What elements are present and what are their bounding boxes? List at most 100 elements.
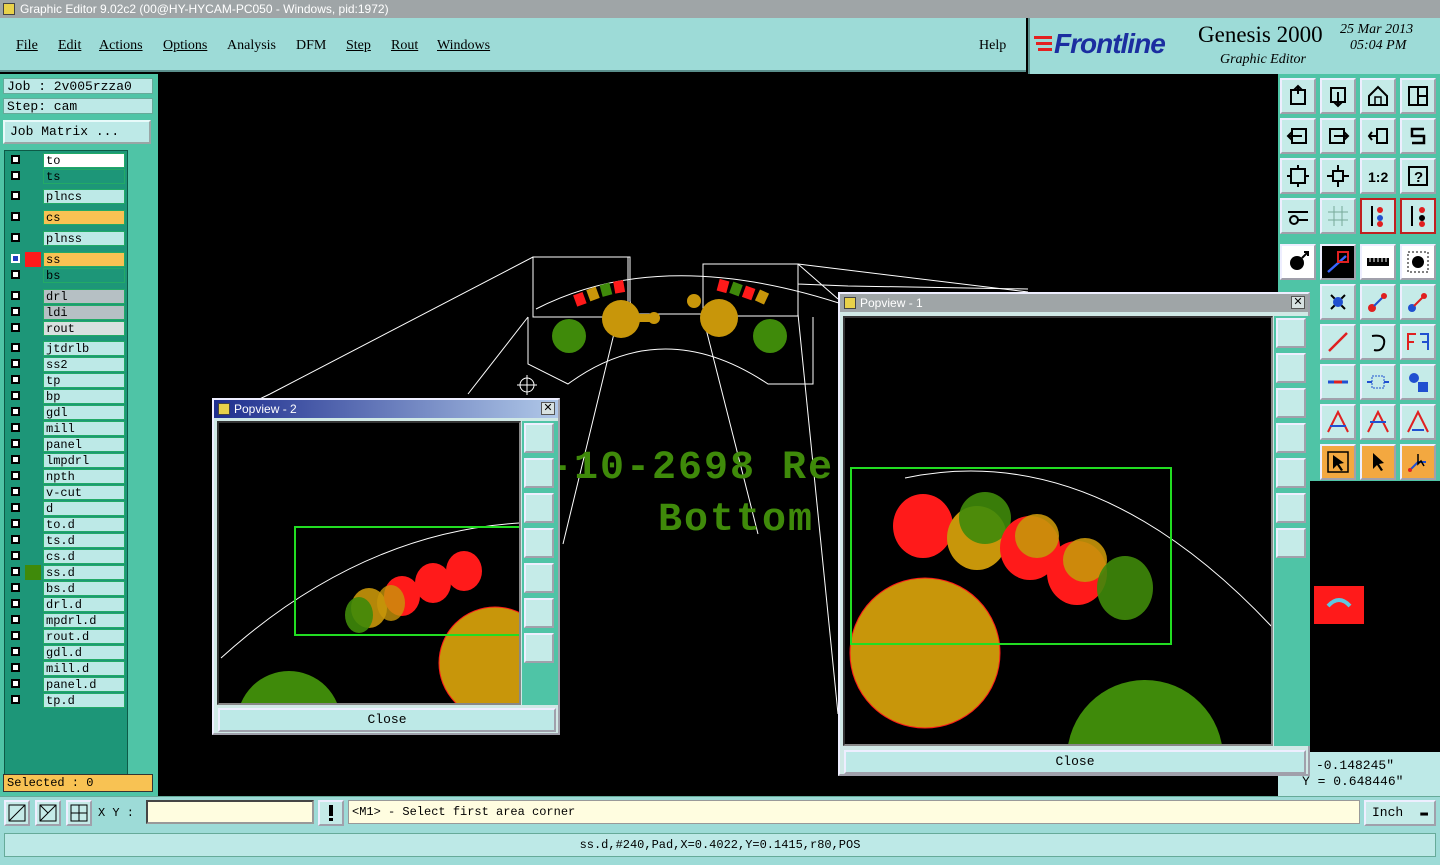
rotate-blue-icon[interactable]: [1360, 404, 1396, 440]
layer-checkbox[interactable]: [11, 503, 20, 512]
menu-rout[interactable]: Rout: [391, 38, 418, 54]
popview-zoom-in-icon[interactable]: [524, 423, 554, 453]
layer-checkbox[interactable]: [11, 391, 20, 400]
popview-fit-icon[interactable]: [1276, 493, 1306, 523]
view-home-icon[interactable]: [1280, 78, 1316, 114]
job-matrix-button[interactable]: Job Matrix ...: [3, 120, 151, 144]
net-highlight-icon[interactable]: [1360, 198, 1396, 234]
layer-row-ldi[interactable]: ldi: [7, 305, 127, 321]
layer-checkbox[interactable]: [11, 663, 20, 672]
menu-dfm[interactable]: DFM: [296, 38, 326, 54]
popview-pan-right-icon[interactable]: [1276, 458, 1306, 488]
add-surface-icon[interactable]: [1400, 244, 1436, 280]
select-pointer-icon[interactable]: [1360, 444, 1396, 480]
layer-checkbox[interactable]: [11, 695, 20, 704]
layer-checkbox[interactable]: [11, 519, 20, 528]
snap-grid-icon[interactable]: [4, 800, 30, 826]
popview-pan-left-icon[interactable]: [1276, 423, 1306, 453]
popview-1-close-x-button[interactable]: ✕: [1291, 296, 1305, 309]
menu-options[interactable]: Options: [163, 38, 207, 54]
menu-help[interactable]: Help: [979, 38, 1006, 54]
snap-center-icon[interactable]: [35, 800, 61, 826]
layer-row-bs[interactable]: bs: [7, 268, 127, 284]
layer-checkbox[interactable]: [11, 615, 20, 624]
layer-row-mill-d[interactable]: mill.d: [7, 661, 127, 677]
menu-edit[interactable]: Edit: [58, 38, 81, 54]
layer-row-plncs[interactable]: plncs: [7, 189, 127, 205]
draw-segment-icon[interactable]: [1320, 324, 1356, 360]
ruler-settings-icon[interactable]: [1280, 198, 1316, 234]
layer-checkbox[interactable]: [11, 343, 20, 352]
layer-row-panel-d[interactable]: panel.d: [7, 677, 127, 693]
layer-checkbox[interactable]: [11, 212, 20, 221]
layer-checkbox[interactable]: [11, 423, 20, 432]
copy-feature-icon[interactable]: [1400, 284, 1436, 320]
resize-icon[interactable]: [1320, 364, 1356, 400]
grid-icon[interactable]: [1320, 198, 1356, 234]
popview-pan-down-icon[interactable]: [524, 493, 554, 523]
popview-pan-right-icon[interactable]: [524, 563, 554, 593]
warning-icon[interactable]: [318, 800, 344, 826]
layer-checkbox[interactable]: [11, 535, 20, 544]
popview-1-canvas[interactable]: [843, 316, 1273, 746]
split-view-icon[interactable]: [1400, 78, 1436, 114]
zoom-center-icon[interactable]: [1320, 158, 1356, 194]
layer-row-rout[interactable]: rout: [7, 321, 127, 337]
layer-checkbox[interactable]: [11, 551, 20, 560]
move-feature-icon[interactable]: [1360, 284, 1396, 320]
layer-checkbox[interactable]: [11, 567, 20, 576]
snake-view-icon[interactable]: [1400, 118, 1436, 154]
layer-checkbox[interactable]: [11, 375, 20, 384]
layer-row-tp-d[interactable]: tp.d: [7, 693, 127, 709]
pan-down-icon[interactable]: [1320, 78, 1356, 114]
layer-row-plnss[interactable]: plnss: [7, 231, 127, 247]
layer-checkbox[interactable]: [11, 254, 20, 263]
popview-2-close-button[interactable]: Close: [218, 708, 556, 732]
layer-checkbox[interactable]: [11, 155, 20, 164]
measure-ruler-icon[interactable]: [1360, 244, 1396, 280]
layer-list-scrollbar[interactable]: [130, 150, 154, 790]
menu-actions[interactable]: Actions: [99, 38, 143, 54]
layer-row-ss2[interactable]: ss2: [7, 357, 127, 373]
layer-row-gdl-d[interactable]: gdl.d: [7, 645, 127, 661]
popview-center-icon[interactable]: [1276, 528, 1306, 558]
layer-checkbox[interactable]: [11, 323, 20, 332]
layer-row-to-d[interactable]: to.d: [7, 517, 127, 533]
add-line-icon[interactable]: [1320, 244, 1356, 280]
popview-2-close-x-button[interactable]: ✕: [541, 402, 555, 415]
layer-row-bs-d[interactable]: bs.d: [7, 581, 127, 597]
unit-select[interactable]: Inch ▬: [1364, 800, 1436, 826]
zoom-fit-icon[interactable]: [1280, 158, 1316, 194]
zoom-ratio-icon[interactable]: 1:2: [1360, 158, 1396, 194]
layer-row-tp[interactable]: tp: [7, 373, 127, 389]
select-area-icon[interactable]: [1320, 444, 1356, 480]
layer-row-to[interactable]: to: [7, 153, 127, 169]
layer-checkbox[interactable]: [11, 191, 20, 200]
menu-windows[interactable]: Windows: [437, 38, 490, 54]
add-pad-icon[interactable]: [1280, 244, 1316, 280]
layer-checkbox[interactable]: [11, 291, 20, 300]
popview-zoom-in-icon[interactable]: [1276, 318, 1306, 348]
layer-row-ts-d[interactable]: ts.d: [7, 533, 127, 549]
layer-checkbox[interactable]: [11, 455, 20, 464]
layer-row-mill[interactable]: mill: [7, 421, 127, 437]
popview-pan-up-icon[interactable]: [524, 458, 554, 488]
popview-pan-down-icon[interactable]: [1276, 388, 1306, 418]
layer-checkbox[interactable]: [11, 359, 20, 368]
delete-feature-icon[interactable]: [1320, 284, 1356, 320]
layer-checkbox[interactable]: [11, 171, 20, 180]
layer-checkbox[interactable]: [11, 583, 20, 592]
redraw-icon[interactable]: [1360, 118, 1396, 154]
layer-checkbox[interactable]: [11, 487, 20, 496]
rotate-red-icon[interactable]: [1320, 404, 1356, 440]
layer-row-ts[interactable]: ts: [7, 169, 127, 185]
layer-row-mpdrl-d[interactable]: mpdrl.d: [7, 613, 127, 629]
popview-fit-icon[interactable]: [524, 598, 554, 628]
pan-left-icon[interactable]: [1280, 118, 1316, 154]
select-net-icon[interactable]: [1400, 444, 1436, 480]
array-icon[interactable]: [1400, 364, 1436, 400]
layer-row-rout-d[interactable]: rout.d: [7, 629, 127, 645]
layer-row-drl-d[interactable]: drl.d: [7, 597, 127, 613]
pan-right-icon[interactable]: [1320, 118, 1356, 154]
layer-checkbox[interactable]: [11, 471, 20, 480]
